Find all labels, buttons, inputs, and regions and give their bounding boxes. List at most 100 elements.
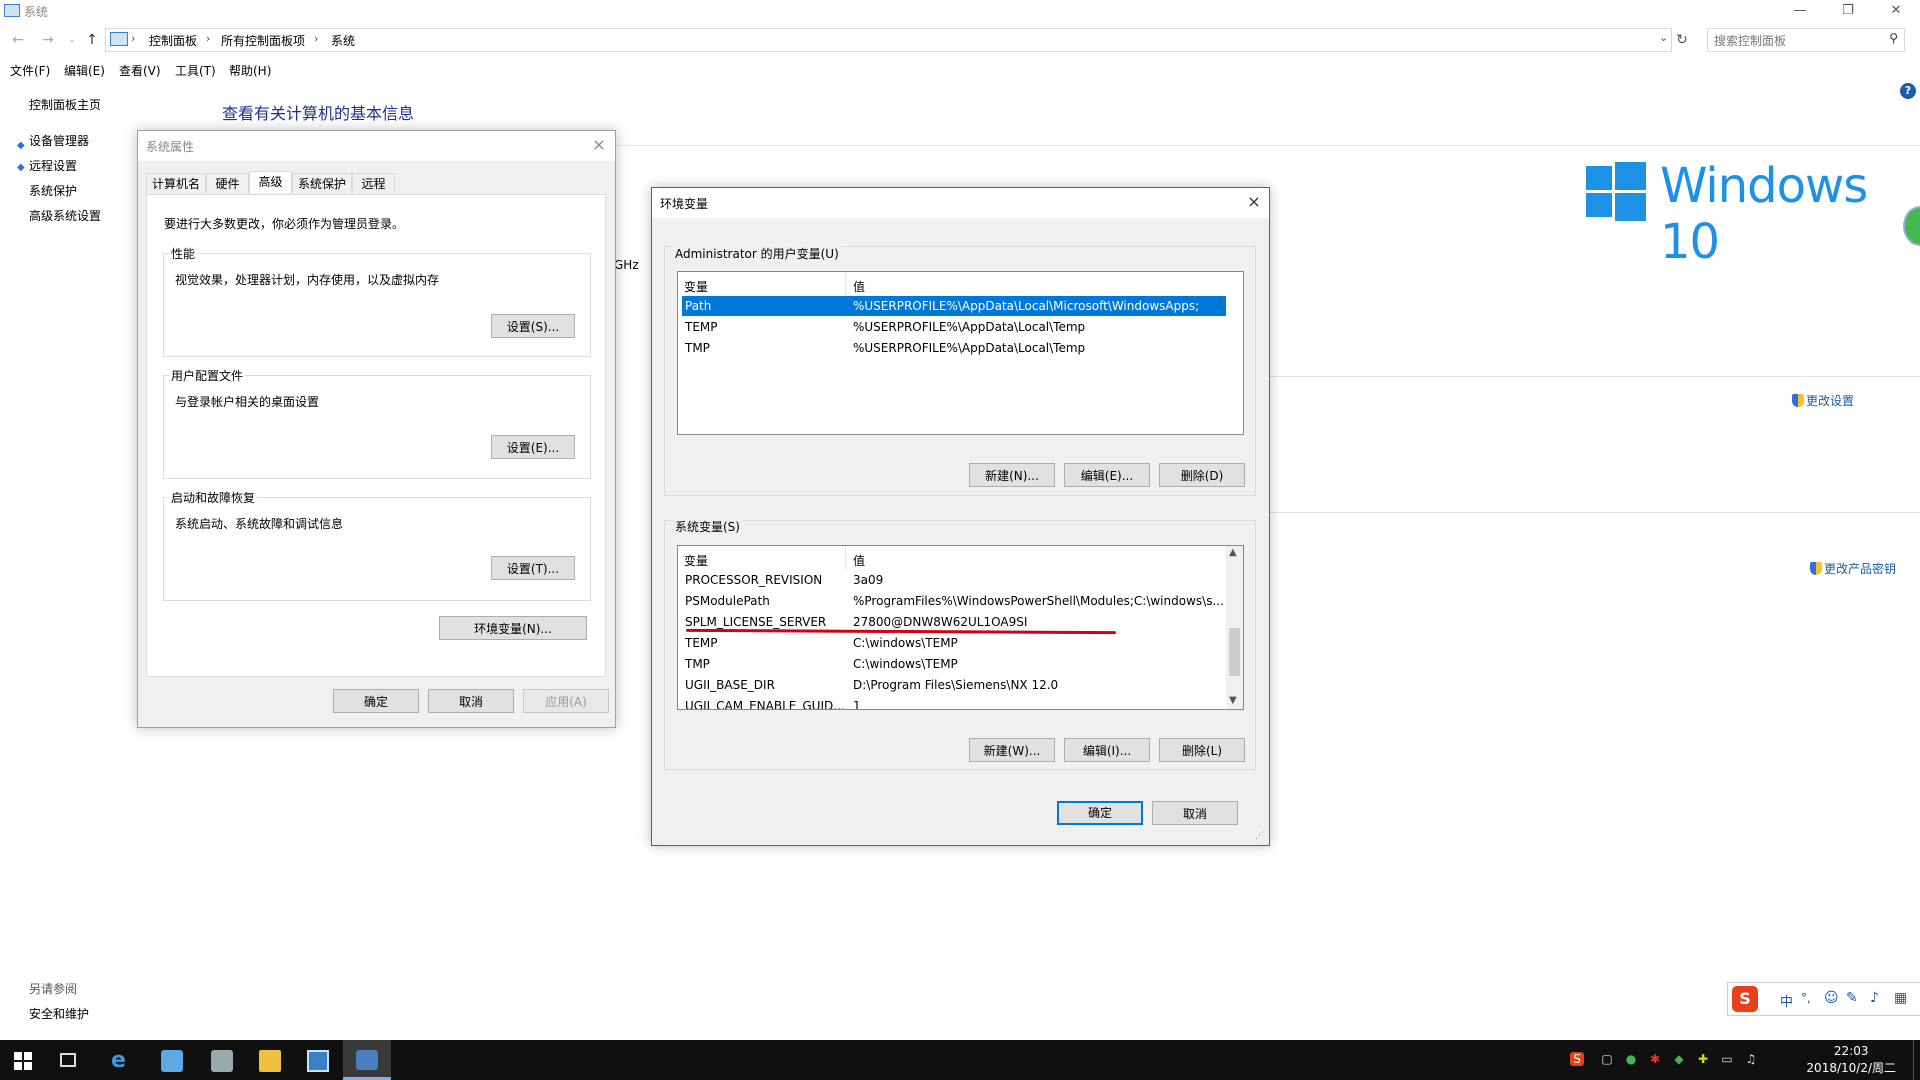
close-icon[interactable]: × [1242,192,1266,212]
close-icon[interactable]: × [587,135,611,155]
app-icon[interactable] [161,1050,183,1072]
tab-remote[interactable]: 远程 [352,173,395,193]
scroll-up-icon[interactable]: ▲ [1229,547,1237,558]
scroll-thumb[interactable] [1229,628,1240,676]
refresh-icon[interactable]: ↻ [1672,30,1692,50]
breadcrumb-all-items[interactable]: 所有控制面板项 [221,32,305,49]
security-tray-icon[interactable]: ◆ [1672,1052,1686,1066]
startup-recovery-settings-button[interactable]: 设置(T)... [491,556,575,580]
ok-button[interactable]: 确定 [1057,801,1143,825]
control-panel-icon[interactable] [307,1050,329,1072]
network-icon[interactable]: ▭ [1720,1052,1734,1066]
tray-icon[interactable]: ▢ [1600,1052,1614,1066]
pen-icon[interactable]: ✎ [1846,990,1858,1006]
remote-settings-link[interactable]: 远程设置 [29,157,77,174]
app-icon[interactable] [211,1050,233,1072]
menu-view[interactable]: 查看(V) [119,62,161,79]
tab-advanced[interactable]: 高级 [249,171,292,193]
scroll-down-icon[interactable]: ▼ [1229,695,1237,706]
column-header-variable[interactable]: 变量 [684,278,708,295]
table-row[interactable]: PSModulePath %ProgramFiles%\WindowsPowerS… [682,591,1224,611]
show-desktop-button[interactable] [1913,1040,1918,1080]
sogou-logo-icon[interactable]: S [1732,986,1758,1012]
user-edit-button[interactable]: 编辑(E)... [1064,463,1150,487]
menu-edit[interactable]: 编辑(E) [64,62,105,79]
system-variables-list[interactable]: 变量 值 PROCESSOR_REVISION 3a09 PSModulePath… [677,545,1244,710]
microphone-icon[interactable]: ♪ [1870,990,1879,1006]
tray-icon[interactable]: ✱ [1648,1052,1662,1066]
dialog-title: 环境变量 [660,197,709,211]
column-header-value[interactable]: 值 [853,552,865,569]
user-variables-list[interactable]: 变量 值 Path %USERPROFILE%\AppData\Local\Mic… [677,271,1244,435]
advanced-system-settings-link[interactable]: 高级系统设置 [29,207,101,224]
toolbox-icon[interactable]: ▦ [1894,990,1907,1006]
menu-file[interactable]: 文件(F) [10,62,50,79]
table-row[interactable]: TMP C:\windows\TEMP [682,654,1222,674]
section-divider [1265,512,1920,513]
system-edit-button[interactable]: 编辑(I)... [1064,738,1150,762]
internet-explorer-icon[interactable]: e [111,1050,133,1072]
help-icon[interactable]: ? [1900,83,1916,99]
ime-language-toggle[interactable]: 中 [1780,991,1793,1010]
breadcrumb-control-panel[interactable]: 控制面板 [149,32,197,49]
search-icon[interactable]: ⚲ [1889,31,1898,45]
table-row[interactable]: UGII_BASE_DIR D:\Program Files\Siemens\NX… [682,675,1222,695]
system-delete-button[interactable]: 删除(L) [1159,738,1245,762]
address-bar[interactable]: › 控制面板 › 所有控制面板项 › 系统 ⌄ [105,28,1672,52]
table-row[interactable]: TEMP C:\windows\TEMP [682,633,1222,653]
file-explorer-icon[interactable] [259,1050,281,1072]
table-row[interactable]: UGII_CAM_ENABLE_GUID... 1 [682,696,1222,709]
close-button[interactable]: ✕ [1884,2,1908,20]
taskbar-clock[interactable]: 22:03 2018/10/2/周二 [1806,1043,1896,1077]
system-new-button[interactable]: 新建(W)... [969,738,1055,762]
minimize-button[interactable]: — [1788,2,1812,20]
search-input[interactable]: 搜索控制面板 ⚲ [1707,28,1905,52]
recent-locations-icon[interactable]: ⌄ [62,30,82,50]
table-row[interactable]: Path %USERPROFILE%\AppData\Local\Microsof… [682,296,1226,316]
device-manager-link[interactable]: 设备管理器 [29,132,89,149]
wechat-icon[interactable]: ● [1624,1052,1638,1066]
up-arrow-icon[interactable]: ↑ [82,30,102,50]
back-arrow-icon[interactable]: ← [8,30,28,50]
user-new-button[interactable]: 新建(N)... [969,463,1055,487]
menu-tools[interactable]: 工具(T) [175,62,216,79]
column-header-variable[interactable]: 变量 [684,552,708,569]
change-product-key-link[interactable]: 更改产品密钥 [1810,560,1896,577]
table-row[interactable]: PROCESSOR_REVISION 3a09 [682,570,1222,590]
volume-icon[interactable]: ♫ [1744,1052,1758,1066]
menu-help[interactable]: 帮助(H) [229,62,271,79]
tab-computer-name[interactable]: 计算机名 [146,173,206,193]
ok-button[interactable]: 确定 [333,689,419,713]
active-task-highlight[interactable] [343,1040,391,1080]
performance-settings-button[interactable]: 设置(S)... [491,314,575,338]
performance-group-label: 性能 [169,245,198,262]
table-row[interactable]: TEMP %USERPROFILE%\AppData\Local\Temp [682,317,1226,337]
security-maintenance-link[interactable]: 安全和维护 [29,1005,89,1022]
tab-hardware[interactable]: 硬件 [206,173,249,193]
environment-variables-button[interactable]: 环境变量(N)... [439,616,587,640]
system-protection-link[interactable]: 系统保护 [29,182,77,199]
ime-punctuation-toggle[interactable]: °, [1801,991,1811,1005]
user-delete-button[interactable]: 删除(D) [1159,463,1245,487]
control-panel-home-link[interactable]: 控制面板主页 [29,96,101,113]
ime-toolbar: S 中 °, ☺ ✎ ♪ ▦ [1727,982,1920,1016]
task-view-icon[interactable] [60,1053,76,1067]
user-profiles-settings-button[interactable]: 设置(E)... [491,435,575,459]
address-dropdown-icon[interactable]: ⌄ [1659,31,1668,44]
emoji-icon[interactable]: ☺ [1824,990,1839,1006]
apply-button[interactable]: 应用(A) [523,689,609,713]
start-windows-icon[interactable] [14,1052,32,1070]
tab-system-protection[interactable]: 系统保护 [292,173,352,193]
table-row[interactable]: TMP %USERPROFILE%\AppData\Local\Temp [682,338,1226,358]
scrollbar[interactable]: ▲ ▼ [1226,546,1243,709]
cancel-button[interactable]: 取消 [428,689,514,713]
breadcrumb-system[interactable]: 系统 [331,32,355,49]
forward-arrow-icon[interactable]: → [38,30,58,50]
sogou-tray-icon[interactable]: S [1570,1052,1584,1066]
tray-icon[interactable]: ✚ [1696,1052,1710,1066]
change-settings-link[interactable]: 更改设置 [1792,392,1854,409]
cancel-button[interactable]: 取消 [1152,801,1238,825]
column-header-value[interactable]: 值 [853,278,865,295]
restore-button[interactable]: ❐ [1836,2,1860,20]
resize-grip-icon[interactable]: ⋰ [1255,831,1264,841]
